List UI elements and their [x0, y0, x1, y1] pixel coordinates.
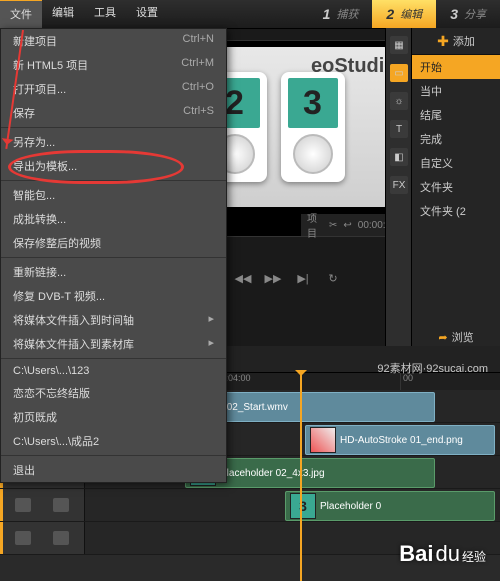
clip[interactable]: 3Placeholder 0 — [285, 491, 495, 521]
library-item-当中[interactable]: 当中 — [412, 79, 500, 103]
rewind-button[interactable]: ◀◀ — [234, 269, 252, 287]
tool-icon-4[interactable]: ◧ — [390, 148, 408, 166]
menuitem-将媒体文件插入到素材库[interactable]: 将媒体文件插入到素材库▸ — [1, 332, 226, 356]
track-head-4[interactable] — [0, 522, 85, 554]
preview-statusbar: 项目 ✂ ↩ 00:00:00:09 ▦ — [301, 214, 396, 236]
menuitem-修复 DVB-T 视频...[interactable]: 修复 DVB-T 视频... — [1, 284, 226, 308]
track-3: 3Placeholder 0 — [0, 489, 500, 522]
add-label: 添加 — [453, 33, 475, 49]
browse-button[interactable]: 浏览 — [412, 329, 500, 345]
wm-sub: 经验 — [462, 548, 486, 565]
next-button[interactable]: ▶| — [294, 269, 312, 287]
wm-bold: Bai — [399, 541, 433, 567]
tab-捕获[interactable]: 1捕获 — [309, 0, 373, 28]
menuitem-新 HTML5 项目[interactable]: 新 HTML5 项目Ctrl+M — [1, 53, 226, 77]
track-body-3[interactable]: 3Placeholder 0 — [85, 489, 500, 521]
clip[interactable]: HD-AutoStroke 01_end.png — [305, 425, 495, 455]
watermark-top: 92素材网·92sucai.com — [377, 360, 488, 376]
menuitem-将媒体文件插入到时间轴[interactable]: 将媒体文件插入到时间轴▸ — [1, 308, 226, 332]
menu-文件[interactable]: 文件 — [0, 0, 42, 29]
browse-label: 浏览 — [452, 329, 474, 345]
menuitem-退出[interactable]: 退出 — [1, 458, 226, 482]
library-item-结尾[interactable]: 结尾 — [412, 103, 500, 127]
tool-icon-1[interactable]: ▭ — [390, 64, 408, 82]
clip-label: HD-AutoStroke 01_end.png — [340, 435, 463, 446]
menuitem-保存修整后的视频[interactable]: 保存修整后的视频 — [1, 231, 226, 255]
menuitem-打开项目...[interactable]: 打开项目...Ctrl+O — [1, 77, 226, 101]
menuitem-智能包...[interactable]: 智能包... — [1, 183, 226, 207]
app-logo-text: eoStudio — [311, 55, 397, 78]
menuitem-重新链接...[interactable]: 重新链接... — [1, 260, 226, 284]
menuitem-C:\Users\...\成品2[interactable]: C:\Users\...\成品2 — [1, 429, 226, 453]
side-toolstrip: ▦ ▭ ☼ T ◧ FX — [385, 28, 412, 351]
menubar: 文件编辑工具设置 1捕获2编辑3分享 — [0, 0, 500, 29]
library-panel: ✚添加 开始当中结尾完成自定义文件夹文件夹 (2 浏览 — [411, 28, 500, 351]
menu-工具[interactable]: 工具 — [84, 0, 126, 29]
loop-button[interactable]: ↻ — [324, 269, 342, 287]
track-head-3[interactable] — [0, 489, 85, 521]
preview-device-2: 3 — [281, 72, 345, 182]
menuitem-新建项目[interactable]: 新建项目Ctrl+N — [1, 29, 226, 53]
undo-icon[interactable]: ↩ — [343, 220, 351, 231]
clip-label: Placeholder 0 — [320, 501, 381, 512]
forward-button[interactable]: ▶▶ — [264, 269, 282, 287]
library-item-文件夹[interactable]: 文件夹 — [412, 175, 500, 199]
library-item-完成[interactable]: 完成 — [412, 127, 500, 151]
menuitem-导出为模板...[interactable]: 导出为模板... — [1, 154, 226, 178]
tool-icon-2[interactable]: ☼ — [390, 92, 408, 110]
library-item-文件夹 (2[interactable]: 文件夹 (2 — [412, 199, 500, 223]
tool-icon-3[interactable]: T — [390, 120, 408, 138]
tab-分享[interactable]: 3分享 — [436, 0, 500, 28]
menuitem-成批转换...[interactable]: 成批转换... — [1, 207, 226, 231]
menuitem-初页既成[interactable]: 初页既成 — [1, 405, 226, 429]
cut-icon[interactable]: ✂ — [329, 220, 337, 231]
menuitem-C:\Users\...\123[interactable]: C:\Users\...\123 — [1, 361, 226, 381]
wm-rest: du — [436, 541, 460, 567]
library-item-自定义[interactable]: 自定义 — [412, 151, 500, 175]
menuitem-恋恋不忘终结版[interactable]: 恋恋不忘终结版 — [1, 381, 226, 405]
menuitem-另存为...[interactable]: 另存为... — [1, 130, 226, 154]
wheel-icon — [293, 134, 333, 174]
preview-digit-2: 3 — [288, 78, 338, 128]
tool-icon-0[interactable]: ▦ — [390, 36, 408, 54]
tab-编辑[interactable]: 2编辑 — [372, 0, 436, 28]
tool-icon-5[interactable]: FX — [390, 176, 408, 194]
menuitem-保存[interactable]: 保存Ctrl+S — [1, 101, 226, 125]
mode-tabs: 1捕获2编辑3分享 — [309, 0, 500, 28]
playhead[interactable] — [300, 372, 302, 581]
clip-label: Placeholder 02_4x3.jpg — [220, 468, 325, 479]
menu-设置[interactable]: 设置 — [126, 0, 168, 29]
file-menu-dropdown: 新建项目Ctrl+N新 HTML5 项目Ctrl+M打开项目...Ctrl+O保… — [0, 28, 227, 483]
mode-label[interactable]: 项目 — [307, 210, 317, 240]
menu-编辑[interactable]: 编辑 — [42, 0, 84, 29]
library-item-开始[interactable]: 开始 — [412, 55, 500, 79]
watermark-baidu: Baidu经验 — [399, 541, 486, 567]
add-button[interactable]: ✚添加 — [412, 28, 500, 55]
